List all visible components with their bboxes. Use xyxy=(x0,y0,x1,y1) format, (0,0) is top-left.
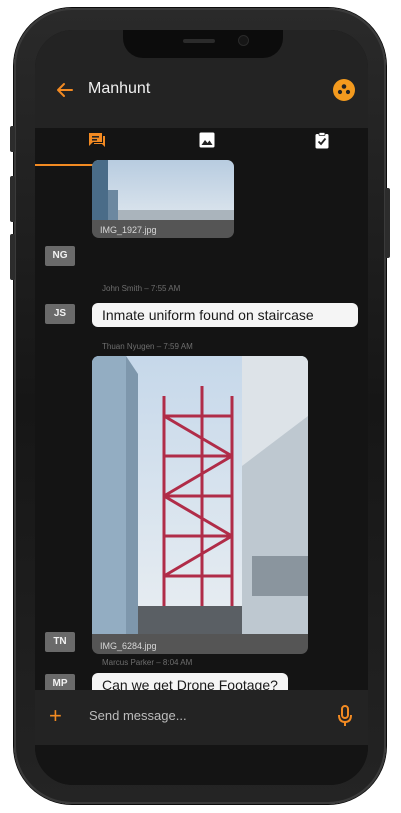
side-button xyxy=(385,188,390,258)
image-attachment[interactable]: IMG_1927.jpg xyxy=(92,160,234,238)
side-button xyxy=(10,126,15,152)
page-title: Manhunt xyxy=(88,80,151,97)
plus-icon[interactable]: + xyxy=(49,705,62,727)
tab-chat[interactable] xyxy=(42,130,152,160)
message-bubble: Inmate uniform found on staircase xyxy=(92,303,358,327)
message-meta: John Smith – 7:55 AM xyxy=(102,284,181,293)
tab-images[interactable] xyxy=(152,130,262,160)
notch xyxy=(123,30,283,58)
avatar: NG xyxy=(45,246,75,266)
tab-tasks[interactable] xyxy=(267,130,368,160)
back-arrow-icon[interactable] xyxy=(55,80,75,100)
avatar: TN xyxy=(45,632,75,652)
avatar: JS xyxy=(45,304,75,324)
message-meta: Marcus Parker – 8:04 AM xyxy=(102,658,193,667)
image-filename: IMG_6284.jpg xyxy=(100,641,157,651)
message-input[interactable] xyxy=(89,708,309,723)
speaker xyxy=(183,39,215,43)
phone-screen: Manhunt IMG_1927.jpg NG John Smith – 7:5… xyxy=(35,30,368,785)
side-button xyxy=(10,234,15,280)
image-icon xyxy=(199,132,215,148)
chat-icon xyxy=(89,133,105,147)
group-icon[interactable] xyxy=(333,79,355,101)
message-meta: Thuan Nyugen – 7:59 AM xyxy=(102,342,193,351)
image-filename: IMG_1927.jpg xyxy=(100,225,157,235)
clipboard-check-icon xyxy=(315,132,329,149)
image-attachment[interactable]: IMG_6284.jpg xyxy=(92,356,308,654)
photo-thumbnail xyxy=(92,160,234,220)
microphone-icon[interactable] xyxy=(336,704,354,728)
bottom-safe-area xyxy=(35,745,368,785)
photo-staircase xyxy=(92,356,308,634)
composer-bar: + xyxy=(35,690,368,745)
front-camera xyxy=(239,36,248,45)
side-button xyxy=(10,176,15,222)
message-list[interactable]: IMG_1927.jpg NG John Smith – 7:55 AM JS … xyxy=(35,160,368,697)
